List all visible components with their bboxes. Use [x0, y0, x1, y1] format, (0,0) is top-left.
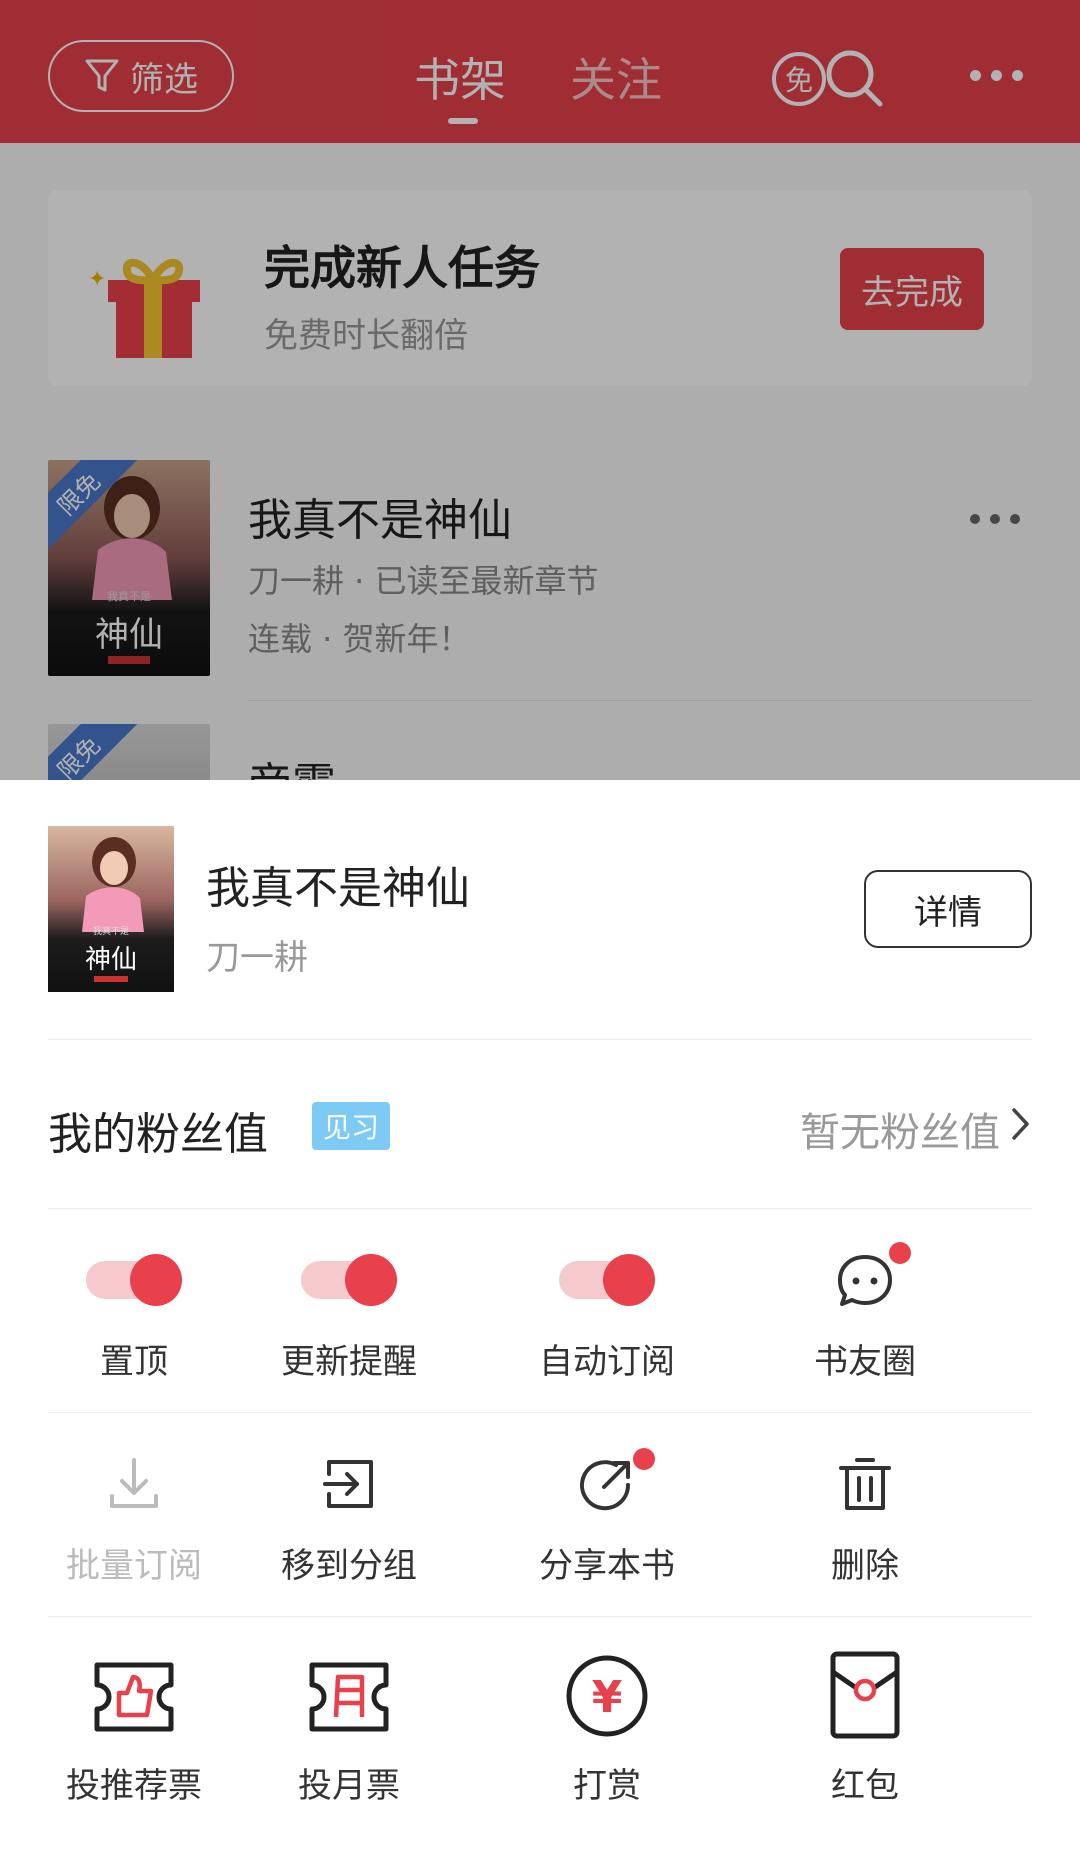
divider — [48, 1208, 1032, 1209]
notification-dot — [633, 1448, 655, 1470]
chevron-right-icon — [1012, 1108, 1029, 1140]
cover-illustration: 神仙 我真不是 — [82, 837, 144, 982]
red-packet-icon — [830, 1651, 900, 1739]
toggle-switch-on[interactable] — [301, 1254, 397, 1306]
share-icon — [580, 1460, 631, 1511]
support-row: 投推荐票 投月票 ¥ 打赏 红包 — [48, 1628, 1032, 1832]
pin-top-label: 置顶 — [100, 1342, 168, 1382]
svg-text:神仙: 神仙 — [85, 945, 137, 975]
dim-overlay[interactable] — [0, 0, 1080, 780]
reward-label: 打赏 — [573, 1766, 641, 1806]
book-title: 我真不是神仙 — [206, 863, 470, 914]
monthly-ticket-icon — [309, 1662, 389, 1732]
recommend-vote-label: 投推荐票 — [66, 1766, 202, 1806]
move-to-group-icon — [323, 1460, 373, 1508]
red-packet-label: 红包 — [831, 1766, 899, 1806]
share-book-label: 分享本书 — [539, 1546, 675, 1586]
trash-icon — [839, 1458, 891, 1510]
divider — [48, 1412, 1032, 1413]
delete-button[interactable]: 删除 — [736, 1416, 994, 1620]
divider — [48, 1039, 1032, 1040]
book-circle-label: 书友圈 — [814, 1342, 916, 1382]
notification-dot — [889, 1242, 911, 1264]
update-reminder-toggle[interactable]: 更新提醒 — [220, 1212, 478, 1416]
reward-button[interactable]: ¥ 打赏 — [478, 1628, 736, 1832]
batch-subscribe-button: 批量订阅 — [48, 1416, 220, 1620]
divider — [48, 1616, 1032, 1617]
book-cover: 神仙 我真不是 — [48, 826, 174, 992]
settings-row: 置顶 更新提醒 自动订阅 书友圈 — [48, 1212, 1032, 1416]
toggle-switch-on[interactable] — [559, 1254, 655, 1306]
auto-subscribe-toggle[interactable]: 自动订阅 — [478, 1212, 736, 1416]
move-to-group-button[interactable]: 移到分组 — [220, 1416, 478, 1620]
fans-value-status: 暂无粉丝值 — [800, 1110, 1000, 1156]
book-circle-button[interactable]: 书友圈 — [736, 1212, 994, 1416]
share-book-button[interactable]: 分享本书 — [478, 1416, 736, 1620]
recommend-ticket-icon — [94, 1662, 174, 1732]
update-reminder-label: 更新提醒 — [281, 1342, 417, 1382]
recommend-vote-button[interactable]: 投推荐票 — [48, 1628, 220, 1832]
reward-yuan-icon: ¥ — [566, 1655, 648, 1737]
fans-value-label: 我的粉丝值 — [48, 1109, 268, 1160]
actions-row: 批量订阅 移到分组 分享本书 删除 — [48, 1416, 1032, 1620]
delete-label: 删除 — [831, 1546, 899, 1586]
download-icon — [110, 1458, 158, 1508]
book-action-sheet: 神仙 我真不是 我真不是神仙 刀一耕 详情 我的粉丝值 见习 暂无粉丝值 置顶 … — [0, 780, 1080, 1858]
monthly-vote-button[interactable]: 投月票 — [220, 1628, 478, 1832]
svg-text:¥: ¥ — [592, 1672, 623, 1723]
details-button[interactable]: 详情 — [864, 870, 1032, 948]
toggle-switch-on[interactable] — [86, 1254, 182, 1306]
red-packet-button[interactable]: 红包 — [736, 1628, 994, 1832]
book-author: 刀一耕 — [206, 938, 308, 978]
monthly-vote-label: 投月票 — [298, 1766, 400, 1806]
svg-text:我真不是: 我真不是 — [93, 925, 129, 937]
move-to-group-label: 移到分组 — [281, 1546, 417, 1586]
auto-subscribe-label: 自动订阅 — [539, 1342, 675, 1382]
pin-top-toggle[interactable]: 置顶 — [48, 1212, 220, 1416]
fan-level-badge: 见习 — [312, 1102, 390, 1150]
batch-subscribe-label: 批量订阅 — [66, 1546, 202, 1586]
